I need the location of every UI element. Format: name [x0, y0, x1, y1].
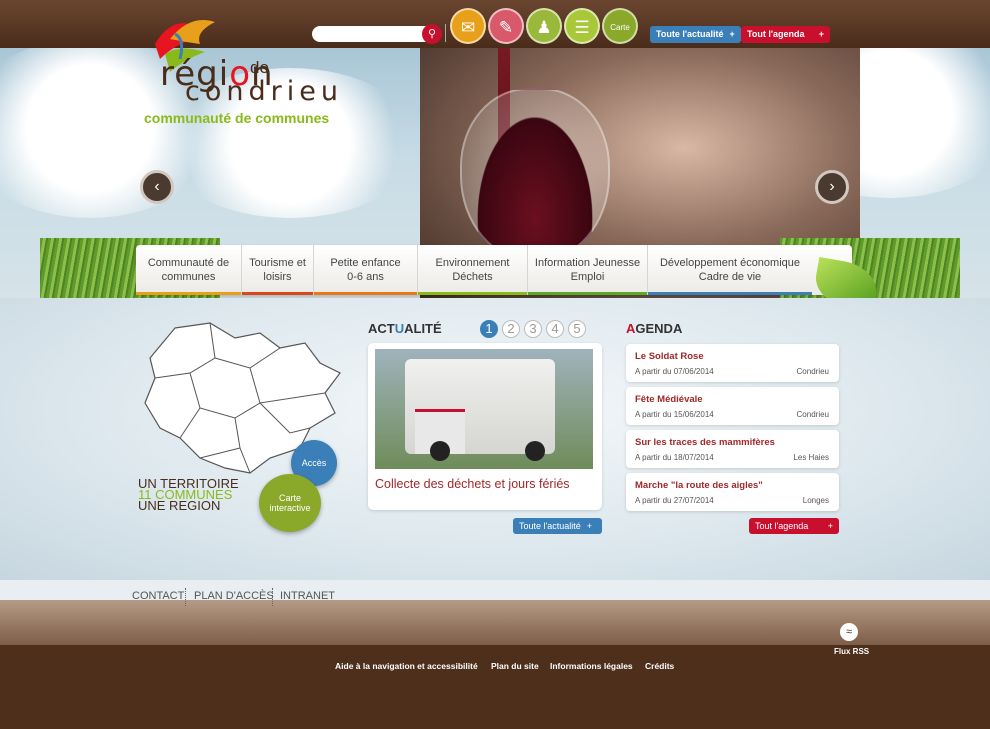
- news-page-4[interactable]: 4: [546, 320, 564, 338]
- footer-wave: [0, 600, 990, 648]
- search-input[interactable]: [312, 26, 440, 42]
- envelope-icon[interactable]: ✉: [450, 8, 486, 44]
- logo-de: de: [250, 58, 269, 77]
- agenda-item[interactable]: Marche "la route des aigles" A partir du …: [626, 473, 839, 511]
- divider: [272, 588, 273, 606]
- news-page-5[interactable]: 5: [568, 320, 586, 338]
- logo-condrieu: condrieu: [185, 76, 343, 107]
- footer-link-accessibilite[interactable]: Aide à la navigation et accessibilité: [335, 661, 478, 671]
- news-card[interactable]: Collecte des déchets et jours fériés: [368, 343, 602, 510]
- document-icon[interactable]: ☰: [564, 8, 600, 44]
- main-menu: Communauté de communes Tourisme et loisirs…: [136, 245, 852, 295]
- newsletter-icon[interactable]: ✎: [488, 8, 524, 44]
- menu-item-tourisme[interactable]: Tourisme et loisirs: [242, 245, 314, 295]
- interactive-map-button[interactable]: Carte interactive: [259, 474, 321, 532]
- footer-link-plan-acces[interactable]: PLAN D'ACCÈS: [194, 590, 274, 602]
- footer-link-intranet[interactable]: INTRANET: [280, 590, 335, 602]
- wine-glass: [460, 88, 610, 263]
- news-page-2[interactable]: 2: [502, 320, 520, 338]
- agenda-item[interactable]: Fête Médiévale A partir du 15/06/2014 Cond…: [626, 387, 839, 425]
- rss-link[interactable]: Flux RSS: [834, 647, 869, 656]
- menu-item-petite-enfance[interactable]: Petite enfance 0-6 ans: [314, 245, 418, 295]
- all-agenda-top-button[interactable]: Tout l'agenda +: [741, 26, 830, 43]
- search-icon: ⚲: [427, 28, 437, 40]
- news-item-title[interactable]: Collecte des déchets et jours fériés: [375, 477, 570, 491]
- carousel-prev-button[interactable]: ‹: [140, 170, 174, 204]
- news-heading: ACTUALITÉ: [368, 321, 442, 336]
- chevron-right-icon: ›: [829, 178, 835, 195]
- map-icon[interactable]: Carte: [602, 8, 638, 44]
- menu-item-environnement[interactable]: Environnement Déchets: [418, 245, 528, 295]
- menu-item-developpement[interactable]: Développement économique Cadre de vie: [648, 245, 812, 295]
- news-page-3[interactable]: 3: [524, 320, 542, 338]
- agenda-item[interactable]: Le Soldat Rose A partir du 07/06/2014 Cond…: [626, 344, 839, 382]
- chevron-left-icon: ‹: [154, 178, 160, 195]
- search-button[interactable]: ⚲: [422, 24, 442, 44]
- footer-link-credits[interactable]: Crédits: [645, 661, 674, 671]
- site-logo[interactable]: région de condrieu communauté de commune…: [140, 20, 343, 126]
- all-news-button[interactable]: Toute l'actualité +: [513, 518, 602, 534]
- carousel-next-button[interactable]: ›: [815, 170, 849, 204]
- agenda-item[interactable]: Sur les traces des mammifères A partir du…: [626, 430, 839, 468]
- footer-link-plan-du-site[interactable]: Plan du site: [491, 661, 539, 671]
- all-agenda-button[interactable]: Tout l'agenda +: [749, 518, 839, 534]
- divider: [445, 24, 446, 42]
- divider: [185, 588, 186, 606]
- logo-tagline: communauté de communes: [144, 110, 330, 126]
- rss-icon[interactable]: ≈: [840, 623, 858, 641]
- footer-link-informations-legales[interactable]: Informations légales: [550, 661, 633, 671]
- menu-item-communaute[interactable]: Communauté de communes: [136, 245, 242, 295]
- footer-link-contact[interactable]: CONTACT: [132, 590, 184, 602]
- footer-bottom: [0, 645, 990, 729]
- news-page-1[interactable]: 1: [480, 320, 498, 338]
- truck-image: [405, 359, 555, 454]
- all-news-top-button[interactable]: Toute l'actualité +: [650, 26, 741, 43]
- people-icon[interactable]: ♟: [526, 8, 562, 44]
- territory-text: UN TERRITOIRE 11 COMMUNES UNE REGION: [138, 476, 239, 513]
- agenda-heading: AGENDA: [626, 321, 683, 336]
- news-image: [375, 349, 593, 469]
- menu-item-jeunesse[interactable]: Information Jeunesse Emploi: [528, 245, 648, 295]
